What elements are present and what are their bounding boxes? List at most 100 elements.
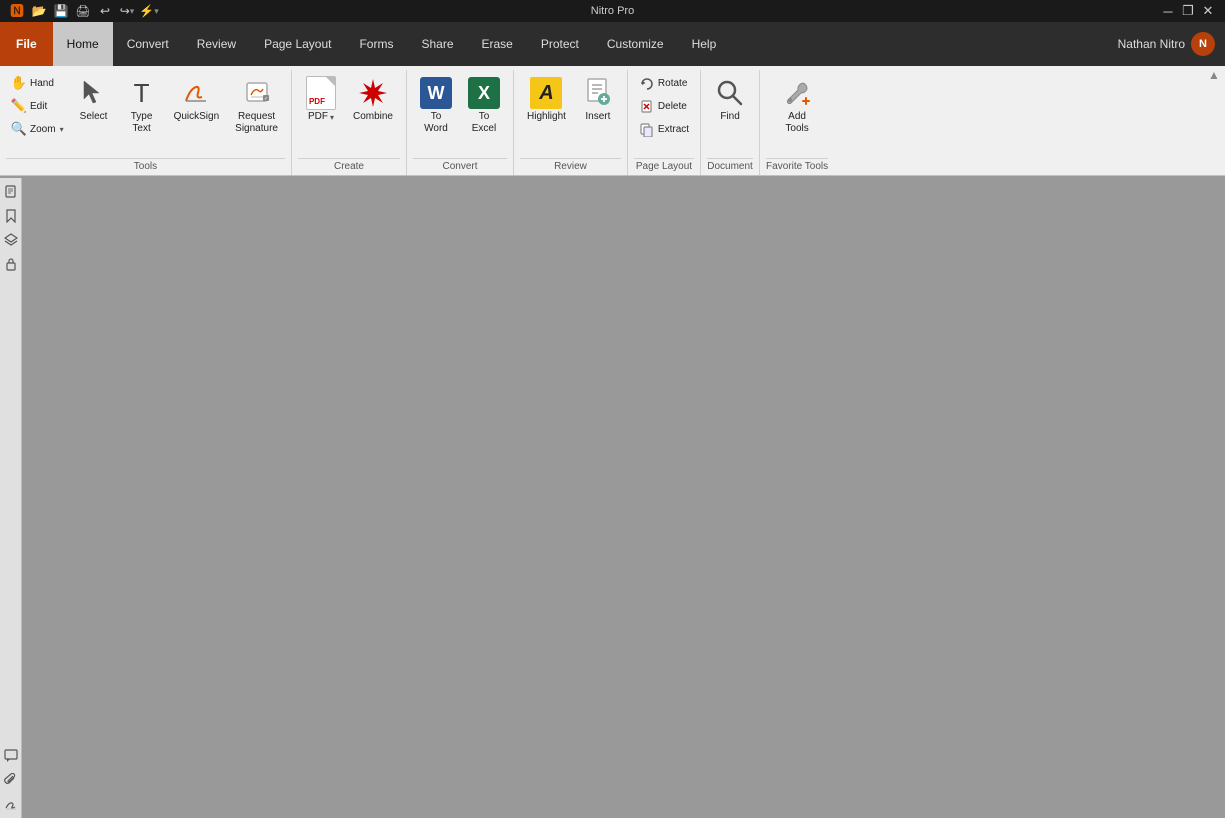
tab-protect[interactable]: Protect [527, 22, 593, 66]
favoritetools-items: AddTools [774, 72, 820, 158]
combine-icon [357, 77, 389, 109]
title-bar-left: 🅽 📂 💾 🖨 ↩ ↪▾ ⚡▾ [8, 2, 158, 20]
insert-icon [582, 77, 614, 109]
zoom-button[interactable]: 🔍 Zoom ▾ [6, 118, 69, 140]
review-items: A Highlight [520, 72, 621, 158]
ribbon-group-convert: W ToWord X ToExcel Convert [407, 70, 514, 175]
typetext-button[interactable]: T TypeText [119, 72, 165, 140]
quicksign-icon [180, 77, 212, 109]
toword-button[interactable]: W ToWord [413, 72, 459, 140]
toexcel-label: ToExcel [472, 111, 496, 135]
ribbon-group-favoritetools: AddTools Favorite Tools [760, 70, 834, 175]
redo-icon[interactable]: ↪▾ [118, 2, 136, 20]
find-button[interactable]: Find [707, 72, 753, 128]
find-label: Find [720, 111, 739, 123]
highlight-button[interactable]: A Highlight [520, 72, 573, 128]
insert-label: Insert [585, 111, 610, 123]
delete-button[interactable]: Delete [634, 95, 694, 117]
ribbon-collapse-button[interactable]: ▲ [1207, 68, 1221, 82]
save-icon[interactable]: 💾 [52, 2, 70, 20]
user-name: Nathan Nitro [1118, 37, 1185, 51]
toword-label: ToWord [424, 111, 448, 135]
toexcel-button[interactable]: X ToExcel [461, 72, 507, 140]
requestsig-label: RequestSignature [235, 111, 278, 135]
ribbon-group-document: Find Document [701, 70, 760, 175]
hand-label: Hand [30, 78, 54, 89]
edit-label: Edit [30, 101, 47, 112]
pagelayout-small-stack: Rotate Delete [634, 72, 694, 140]
highlight-icon: A [530, 77, 562, 109]
toword-icon: W [420, 77, 452, 109]
sidebar-comments-icon[interactable] [1, 746, 21, 766]
addtools-button[interactable]: AddTools [774, 72, 820, 140]
user-info: Nathan Nitro N [1118, 22, 1225, 66]
sidebar-layers-icon[interactable] [1, 230, 21, 250]
document-items: Find [707, 72, 753, 158]
ribbon-group-review: A Highlight [514, 70, 628, 175]
tab-forms[interactable]: Forms [345, 22, 407, 66]
tab-erase[interactable]: Erase [468, 22, 527, 66]
zoom-icon: 🔍 [11, 121, 27, 137]
extract-label: Extract [658, 124, 689, 135]
sidebar-bottom [0, 742, 22, 818]
extract-icon [639, 121, 655, 137]
tab-help[interactable]: Help [678, 22, 731, 66]
pdf-label: PDF [308, 111, 328, 123]
extract-button[interactable]: Extract [634, 118, 694, 140]
select-button[interactable]: Select [71, 72, 117, 128]
delete-label: Delete [658, 101, 687, 112]
undo-icon[interactable]: ↩ [96, 2, 114, 20]
restore-button[interactable]: ❐ [1179, 2, 1197, 20]
rotate-label: Rotate [658, 78, 687, 89]
hand-button[interactable]: ✋ Hand [6, 72, 69, 94]
highlight-label: Highlight [527, 111, 566, 123]
convert-items: W ToWord X ToExcel [413, 72, 507, 158]
favoritetools-group-label: Favorite Tools [766, 158, 828, 175]
tab-share[interactable]: Share [407, 22, 467, 66]
app-title: Nitro Pro [591, 5, 634, 17]
main-content-area [22, 178, 1225, 818]
sidebar-signatures-icon[interactable] [1, 794, 21, 814]
find-icon [714, 77, 746, 109]
close-button[interactable]: ✕ [1199, 2, 1217, 20]
sidebar-bookmarks-icon[interactable] [1, 206, 21, 226]
pagelayout-group-label: Page Layout [634, 158, 694, 175]
select-label: Select [80, 111, 108, 123]
edit-button[interactable]: ✏️ Edit [6, 95, 69, 117]
delete-icon [639, 98, 655, 114]
zoom-label: Zoom [30, 124, 56, 135]
tab-convert[interactable]: Convert [113, 22, 183, 66]
minimize-button[interactable]: ─ [1159, 2, 1177, 20]
tab-file[interactable]: File [0, 22, 53, 66]
edit-icon: ✏️ [11, 98, 27, 114]
toexcel-icon: X [468, 77, 500, 109]
tab-home[interactable]: Home [53, 22, 113, 66]
print-icon[interactable]: 🖨 [74, 2, 92, 20]
document-group-label: Document [707, 158, 753, 175]
tools-group-label: Tools [6, 158, 285, 175]
open-icon[interactable]: 📂 [30, 2, 48, 20]
sidebar-pages-icon[interactable] [1, 182, 21, 202]
tab-pagelayout[interactable]: Page Layout [250, 22, 345, 66]
qa-extra-icon[interactable]: ⚡▾ [140, 2, 158, 20]
tools-items: ✋ Hand ✏️ Edit 🔍 Zoom ▾ [6, 72, 285, 158]
svg-text:✓: ✓ [264, 96, 268, 102]
quicksign-button[interactable]: QuickSign [167, 72, 227, 128]
ribbon-group-tools: ✋ Hand ✏️ Edit 🔍 Zoom ▾ [0, 70, 292, 175]
sidebar-left [0, 178, 22, 818]
requestsig-icon: ✓ [241, 77, 273, 109]
pdf-button[interactable]: PDF PDF ▾ [298, 72, 344, 128]
insert-button[interactable]: Insert [575, 72, 621, 128]
tab-customize[interactable]: Customize [593, 22, 678, 66]
sidebar-security-icon[interactable] [1, 254, 21, 274]
ribbon: ▲ ✋ Hand ✏️ Edit 🔍 Zoom ▾ [0, 66, 1225, 176]
sidebar-attachments-icon[interactable] [1, 770, 21, 790]
typetext-label: TypeText [131, 111, 153, 135]
select-icon [78, 77, 110, 109]
rotate-button[interactable]: Rotate [634, 72, 694, 94]
menu-bar: File Home Convert Review Page Layout For… [0, 22, 1225, 66]
combine-button[interactable]: Combine [346, 72, 400, 128]
tab-review[interactable]: Review [183, 22, 250, 66]
requestsig-button[interactable]: ✓ RequestSignature [228, 72, 285, 140]
create-group-label: Create [298, 158, 400, 175]
